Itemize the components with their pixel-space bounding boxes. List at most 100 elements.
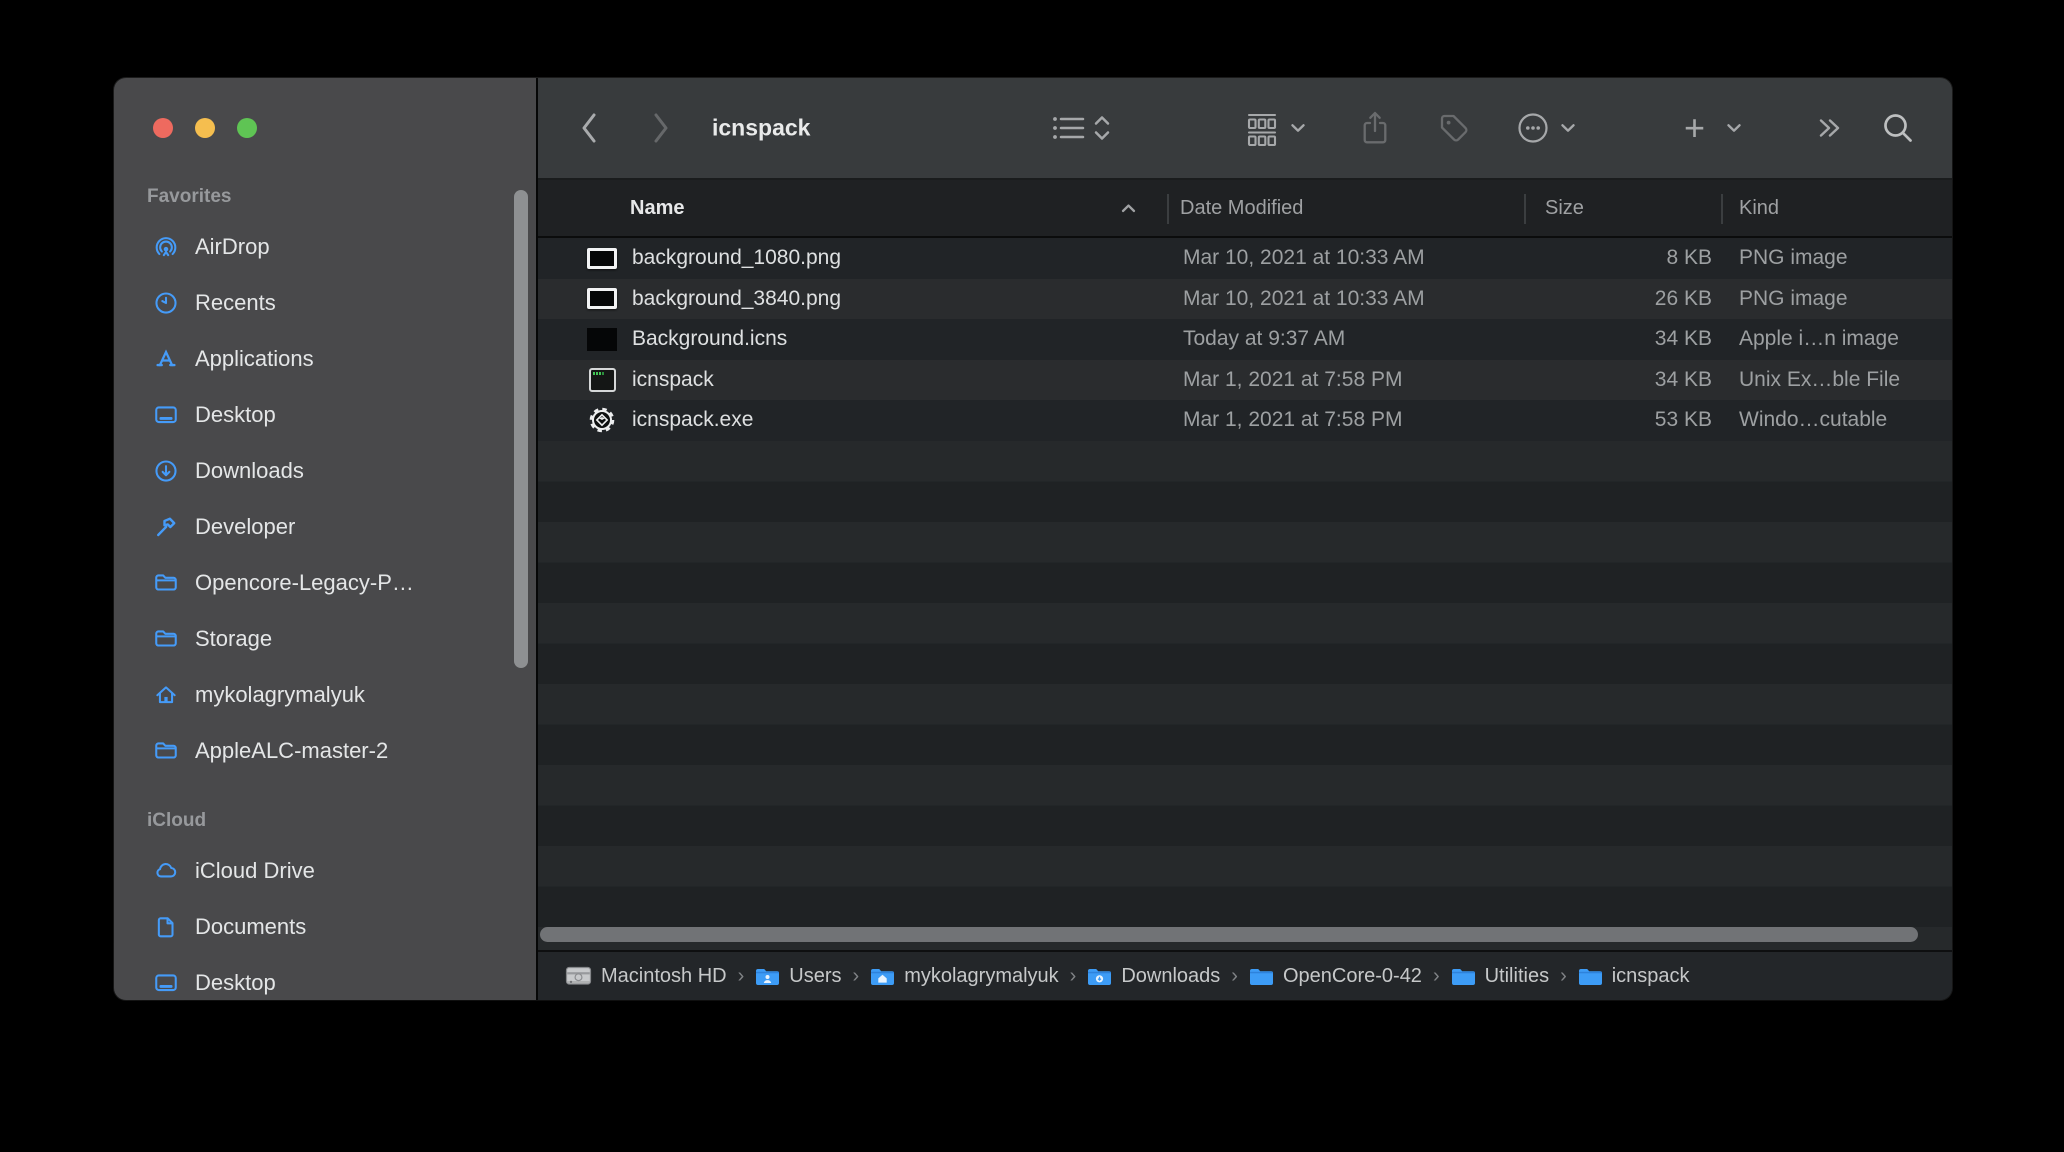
sidebar-item-desktop-icloud[interactable]: Desktop xyxy=(114,955,536,1000)
sidebar-item-label: iCloud Drive xyxy=(195,858,315,884)
chevron-down-icon xyxy=(1726,123,1742,134)
column-divider[interactable] xyxy=(1721,194,1723,224)
sidebar-item-label: Documents xyxy=(195,914,306,940)
empty-list-area xyxy=(538,441,1952,951)
sidebar-section-icloud: iCloud xyxy=(114,809,536,833)
group-by-icon xyxy=(1244,110,1280,146)
sidebar-scrollbar[interactable] xyxy=(514,190,528,668)
breadcrumb-separator: › xyxy=(1560,965,1567,988)
folder-users-icon xyxy=(755,966,780,986)
cloud-icon xyxy=(152,857,180,885)
chevron-down-icon xyxy=(1560,123,1576,134)
folder-download-icon xyxy=(1087,966,1112,986)
sidebar-item-icloud-drive[interactable]: iCloud Drive xyxy=(114,843,536,899)
breadcrumb-utilities[interactable]: Utilities xyxy=(1451,965,1549,988)
sidebar-item-airdrop[interactable]: AirDrop xyxy=(114,219,536,275)
zoom-window-button[interactable] xyxy=(237,118,257,138)
overflow-chevrons-icon xyxy=(1816,115,1844,141)
horizontal-scrollbar[interactable] xyxy=(540,927,1918,942)
toolbar-overflow-button[interactable] xyxy=(1816,115,1844,141)
sidebar-item-label: Desktop xyxy=(195,970,276,996)
sidebar-item-opencore-legacy[interactable]: Opencore-Legacy-P… xyxy=(114,555,536,611)
column-header-size[interactable]: Size xyxy=(1524,197,1721,220)
png-thumbnail-icon xyxy=(586,285,618,313)
sidebar-item-label: Opencore-Legacy-P… xyxy=(195,570,414,596)
add-chevron[interactable] xyxy=(1726,123,1742,134)
path-bar: Macintosh HD › Users › mykolagrymalyuk ›… xyxy=(538,950,1952,1000)
folder-home-icon xyxy=(870,966,895,986)
sidebar-item-storage[interactable]: Storage xyxy=(114,611,536,667)
folder-icon xyxy=(1249,966,1274,986)
column-header-date-modified[interactable]: Date Modified xyxy=(1167,197,1524,220)
table-row-background-3840-png[interactable]: background_3840.png Mar 10, 2021 at 10:3… xyxy=(538,279,1952,320)
sidebar-item-recents[interactable]: Recents xyxy=(114,275,536,331)
airdrop-icon xyxy=(152,233,180,261)
breadcrumb-separator: › xyxy=(1433,965,1440,988)
sidebar-item-label: Recents xyxy=(195,290,276,316)
add-button[interactable]: + xyxy=(1684,110,1705,146)
sidebar-item-label: AppleALC-master-2 xyxy=(195,738,388,764)
back-button[interactable] xyxy=(578,110,600,146)
chevron-down-icon xyxy=(1290,123,1306,134)
download-circle-icon xyxy=(152,457,180,485)
table-row-icnspack[interactable]: icnspack Mar 1, 2021 at 7:58 PM 34 KB Un… xyxy=(538,360,1952,401)
column-header-name[interactable]: Name xyxy=(538,197,1167,220)
breadcrumb-separator: › xyxy=(738,965,745,988)
group-by-chevron[interactable] xyxy=(1290,123,1306,134)
file-list-pane: Name Date Modified Size Kind background_… xyxy=(538,180,1952,1000)
traffic-lights xyxy=(153,118,257,138)
search-button[interactable] xyxy=(1880,110,1916,146)
breadcrumb-mykolagrymalyuk[interactable]: mykolagrymalyuk xyxy=(870,965,1058,988)
column-header-kind[interactable]: Kind xyxy=(1721,197,1952,220)
breadcrumb-users[interactable]: Users xyxy=(755,965,841,988)
table-row-background-1080-png[interactable]: background_1080.png Mar 10, 2021 at 10:3… xyxy=(538,238,1952,279)
sidebar-item-label: AirDrop xyxy=(195,234,270,260)
more-actions-button[interactable] xyxy=(1516,111,1550,145)
sidebar-item-applications[interactable]: Applications xyxy=(114,331,536,387)
sidebar-item-documents[interactable]: Documents xyxy=(114,899,536,955)
sidebar-item-label: Storage xyxy=(195,626,272,652)
sidebar-item-label: Downloads xyxy=(195,458,304,484)
sidebar-item-desktop[interactable]: Desktop xyxy=(114,387,536,443)
breadcrumb-macintosh-hd[interactable]: Macintosh HD xyxy=(565,964,727,988)
breadcrumb-opencore-0-42[interactable]: OpenCore-0-42 xyxy=(1249,965,1422,988)
column-divider[interactable] xyxy=(1524,194,1526,224)
sidebar-item-downloads[interactable]: Downloads xyxy=(114,443,536,499)
minimize-window-button[interactable] xyxy=(195,118,215,138)
table-row-icnspack-exe[interactable]: icnspack.exe Mar 1, 2021 at 7:58 PM 53 K… xyxy=(538,400,1952,441)
breadcrumb-separator: › xyxy=(853,965,860,988)
sidebar-item-label: mykolagrymalyuk xyxy=(195,682,365,708)
more-actions-chevron[interactable] xyxy=(1560,123,1576,134)
clock-icon xyxy=(152,289,180,317)
view-options-button[interactable] xyxy=(1050,111,1126,145)
share-button xyxy=(1360,109,1390,147)
hammer-icon xyxy=(152,513,180,541)
window-title: icnspack xyxy=(712,115,810,142)
document-icon xyxy=(152,913,180,941)
close-window-button[interactable] xyxy=(153,118,173,138)
column-divider[interactable] xyxy=(1167,194,1169,224)
forward-button[interactable] xyxy=(650,110,672,146)
icns-thumbnail-icon xyxy=(586,325,618,353)
folder-icon xyxy=(152,625,180,653)
breadcrumb-downloads[interactable]: Downloads xyxy=(1087,965,1220,988)
folder-icon xyxy=(152,737,180,765)
sidebar-item-home[interactable]: mykolagrymalyuk xyxy=(114,667,536,723)
breadcrumb-icnspack[interactable]: icnspack xyxy=(1578,965,1690,988)
share-icon xyxy=(1360,109,1390,147)
png-thumbnail-icon xyxy=(586,244,618,272)
sidebar-item-applealc[interactable]: AppleALC-master-2 xyxy=(114,723,536,779)
sidebar-item-developer[interactable]: Developer xyxy=(114,499,536,555)
table-row-background-icns[interactable]: Background.icns Today at 9:37 AM 34 KB A… xyxy=(538,319,1952,360)
sidebar-section-favorites: Favorites xyxy=(114,185,536,209)
list-view-icon xyxy=(1050,111,1126,145)
group-by-button[interactable] xyxy=(1244,110,1280,146)
file-rows: background_1080.png Mar 10, 2021 at 10:3… xyxy=(538,238,1952,441)
folder-icon xyxy=(1451,966,1476,986)
sidebar-item-label: Applications xyxy=(195,346,314,372)
sidebar-item-label: Developer xyxy=(195,514,295,540)
desktop-icon xyxy=(152,401,180,429)
tag-button xyxy=(1436,110,1472,146)
breadcrumb-separator: › xyxy=(1231,965,1238,988)
breadcrumb-separator: › xyxy=(1070,965,1077,988)
